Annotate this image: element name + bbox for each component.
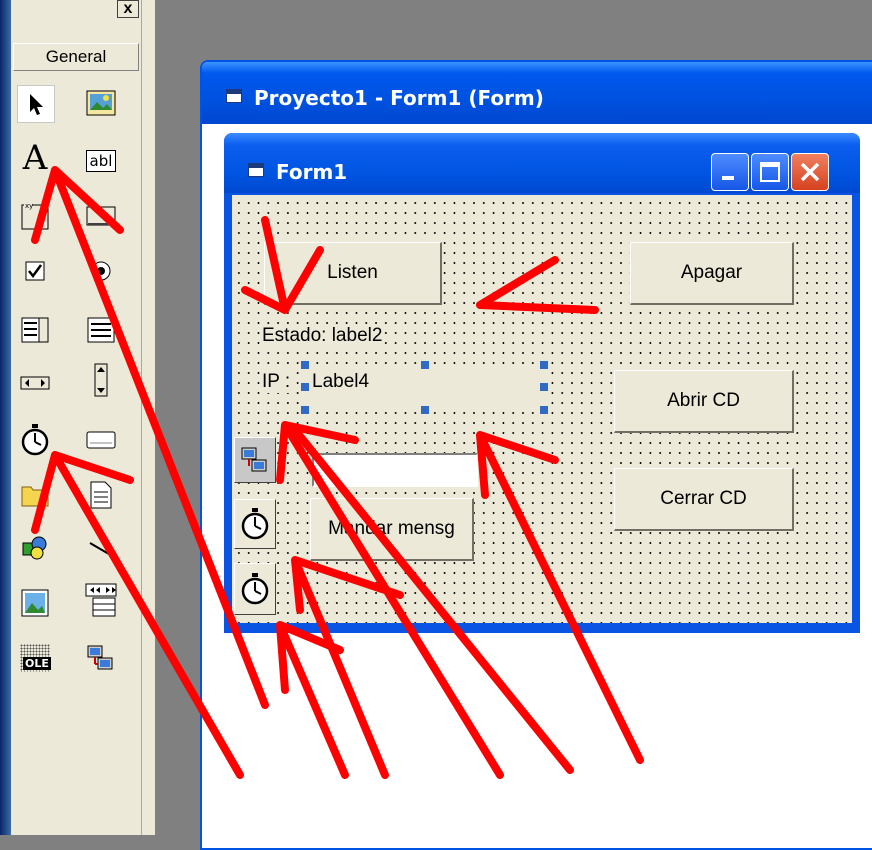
close-icon <box>800 162 820 182</box>
picturebox-icon[interactable] <box>83 85 119 121</box>
timer-control-icon[interactable] <box>234 499 276 549</box>
ip-label: IP : <box>262 371 291 393</box>
image-icon[interactable] <box>17 585 53 621</box>
optionbutton-icon[interactable] <box>83 253 119 289</box>
textbox-icon[interactable]: abl <box>83 143 119 179</box>
selection-handle[interactable] <box>540 406 548 414</box>
winsock-icon[interactable] <box>83 640 119 676</box>
toolbox-body: x General A abl xy OLE <box>13 0 142 835</box>
timer-icon[interactable] <box>17 422 53 458</box>
selection-handle[interactable] <box>421 406 429 414</box>
form1-title: Form1 <box>276 160 348 184</box>
minimize-icon <box>722 176 734 180</box>
checkbox-icon[interactable] <box>17 253 53 289</box>
estado-label: Estado: label2 <box>262 325 383 349</box>
combobox-icon[interactable] <box>17 312 53 348</box>
toolbox-splitter[interactable] <box>155 0 172 835</box>
cerrar-cd-button[interactable]: Cerrar CD <box>614 468 794 531</box>
vscrollbar-icon[interactable] <box>83 362 119 398</box>
ole-icon[interactable]: OLE <box>17 640 53 676</box>
general-tab[interactable]: General <box>13 43 139 71</box>
label-icon[interactable]: A <box>17 138 53 178</box>
maximize-button[interactable] <box>751 153 789 191</box>
commandbutton-icon[interactable] <box>83 198 119 234</box>
line-icon[interactable] <box>83 530 119 566</box>
toolbox-close-button[interactable]: x <box>117 0 139 18</box>
selection-handle[interactable] <box>540 383 548 391</box>
close-button[interactable] <box>791 153 829 191</box>
listbox-icon[interactable] <box>83 312 119 348</box>
form1-window[interactable]: Form1 Listen Apagar Abrir CD Cerrar CD M… <box>224 133 860 633</box>
drivelistbox-icon[interactable] <box>83 422 119 458</box>
hscrollbar-icon[interactable] <box>17 365 53 401</box>
ole-label: OLE <box>23 657 51 670</box>
ip-value-label[interactable]: Label4 <box>304 365 544 409</box>
selection-handle[interactable] <box>301 361 309 369</box>
selection-handle[interactable] <box>540 361 548 369</box>
selection-handle[interactable] <box>421 361 429 369</box>
dirlistbox-icon[interactable] <box>17 477 53 513</box>
toolbox-edge <box>0 0 11 835</box>
ole-pattern: OLE <box>20 644 51 672</box>
selection-handle[interactable] <box>301 406 309 414</box>
maximize-icon <box>760 162 780 182</box>
toolbox-titlebar: x <box>13 0 141 18</box>
data-icon[interactable] <box>83 582 119 618</box>
minimize-button[interactable] <box>711 153 749 191</box>
filelistbox-icon[interactable] <box>83 477 119 513</box>
abrir-cd-button[interactable]: Abrir CD <box>614 370 794 433</box>
listen-button[interactable]: Listen <box>264 242 442 305</box>
form-icon <box>226 89 242 103</box>
winsock-control-icon[interactable] <box>234 437 276 483</box>
form1-client-area[interactable]: Listen Apagar Abrir CD Cerrar CD Mandar … <box>232 195 852 623</box>
toolbox-panel: x General A abl xy OLE <box>0 0 155 835</box>
designer-title: Proyecto1 - Form1 (Form) <box>254 86 544 110</box>
message-textbox[interactable] <box>312 453 478 487</box>
mandar-mensg-button[interactable]: Mandar mensg <box>310 498 474 561</box>
timer-control-icon[interactable] <box>234 563 276 615</box>
frame-icon[interactable]: xy <box>17 198 53 234</box>
designer-titlebar: Proyecto1 - Form1 (Form) <box>202 62 872 124</box>
apagar-button[interactable]: Apagar <box>630 242 794 305</box>
pointer-icon[interactable] <box>17 85 55 123</box>
textbox-glyph: abl <box>85 150 117 172</box>
svg-text:xy: xy <box>25 202 33 210</box>
form1-icon <box>248 163 264 177</box>
selection-handle[interactable] <box>301 383 309 391</box>
shape-icon[interactable] <box>17 530 53 566</box>
form1-titlebar[interactable]: Form1 <box>224 133 860 193</box>
